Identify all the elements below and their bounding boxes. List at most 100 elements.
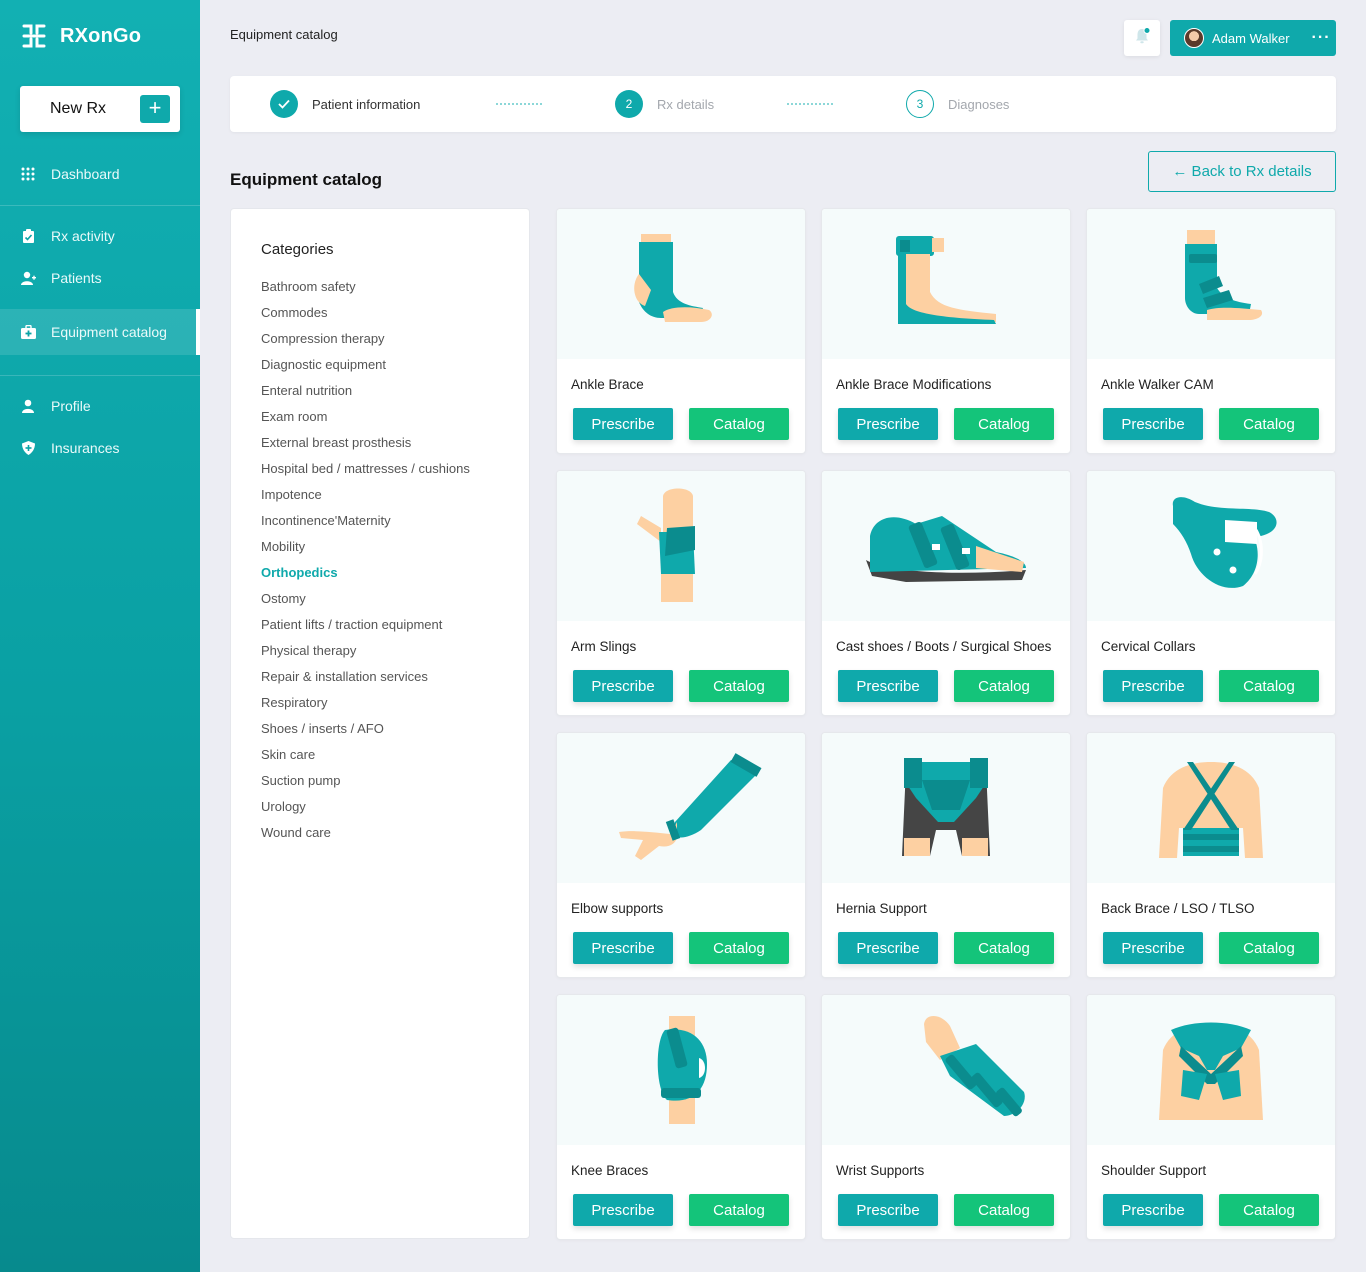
step-label: Diagnoses: [948, 96, 1010, 112]
category-item[interactable]: Bathroom safety: [261, 278, 529, 304]
category-item[interactable]: Repair & installation services: [261, 668, 529, 694]
user-menu-button[interactable]: Adam Walker ···: [1170, 20, 1336, 56]
new-rx-label: New Rx: [50, 100, 107, 117]
ankle-walker-icon: [1185, 230, 1263, 320]
ankle-brace-mod-icon: [896, 236, 996, 324]
wrist-support-icon: [924, 1015, 1025, 1118]
catalog-button[interactable]: Catalog: [689, 670, 789, 702]
product-image: [822, 209, 1070, 359]
prescribe-button[interactable]: Prescribe: [838, 1194, 938, 1226]
sidebar-item-patients[interactable]: Patients: [0, 255, 200, 301]
user-name: Adam Walker: [1212, 30, 1290, 46]
category-item[interactable]: Shoes / inserts / AFO: [261, 720, 529, 746]
sidebar-item-label: Rx activity: [51, 228, 115, 244]
knee-brace-icon: [657, 1016, 707, 1124]
category-item[interactable]: Wound care: [261, 824, 529, 850]
product-name: Ankle Brace Modifications: [836, 377, 992, 392]
catalog-button[interactable]: Catalog: [689, 408, 789, 440]
step-number: 2: [615, 90, 643, 118]
user-plus-icon: [20, 270, 36, 286]
product-card: Hernia Support Prescribe Catalog: [821, 732, 1071, 978]
catalog-button[interactable]: Catalog: [689, 932, 789, 964]
product-image: [557, 733, 805, 883]
categories-title: Categories: [261, 241, 334, 258]
sidebar-item-rx-activity[interactable]: Rx activity: [0, 213, 200, 259]
prescribe-button[interactable]: Prescribe: [1103, 408, 1203, 440]
product-card: Ankle Brace Modifications Prescribe Catalo…: [821, 208, 1071, 454]
product-image: [822, 733, 1070, 883]
category-item[interactable]: Exam room: [261, 408, 529, 434]
product-image: [822, 471, 1070, 621]
product-name: Hernia Support: [836, 901, 927, 916]
product-name: Ankle Walker CAM: [1101, 377, 1214, 392]
category-item[interactable]: Compression therapy: [261, 330, 529, 356]
sidebar-item-label: Profile: [51, 398, 91, 414]
prescribe-button[interactable]: Prescribe: [838, 670, 938, 702]
step-diagnoses[interactable]: 3 Diagnoses: [906, 90, 1009, 118]
category-item[interactable]: Mobility: [261, 538, 529, 564]
step-patient-information[interactable]: Patient information: [270, 90, 420, 118]
product-image: [1087, 733, 1335, 883]
category-item[interactable]: Orthopedics: [261, 564, 529, 590]
catalog-button[interactable]: Catalog: [689, 1194, 789, 1226]
check-icon: [270, 90, 298, 118]
category-item[interactable]: Respiratory: [261, 694, 529, 720]
notifications-button[interactable]: [1124, 20, 1160, 56]
sidebar-item-insurances[interactable]: Insurances: [0, 425, 200, 471]
prescribe-button[interactable]: Prescribe: [1103, 670, 1203, 702]
catalog-button[interactable]: Catalog: [954, 670, 1054, 702]
category-item[interactable]: Physical therapy: [261, 642, 529, 668]
sidebar: RXonGo New Rx + Dashboard Rx activity Pa…: [0, 0, 200, 1272]
product-name: Arm Slings: [571, 639, 637, 654]
prescribe-button[interactable]: Prescribe: [1103, 932, 1203, 964]
plus-icon: +: [140, 95, 170, 123]
prescribe-button[interactable]: Prescribe: [573, 1194, 673, 1226]
category-item[interactable]: Urology: [261, 798, 529, 824]
catalog-button[interactable]: Catalog: [1219, 1194, 1319, 1226]
category-item[interactable]: Enteral nutrition: [261, 382, 529, 408]
product-name: Cast shoes / Boots / Surgical Shoes: [836, 639, 1052, 654]
prescribe-button[interactable]: Prescribe: [573, 932, 673, 964]
prescribe-button[interactable]: Prescribe: [573, 408, 673, 440]
category-item[interactable]: Suction pump: [261, 772, 529, 798]
prescribe-button[interactable]: Prescribe: [573, 670, 673, 702]
user-icon: [20, 398, 36, 414]
product-name: Wrist Supports: [836, 1163, 925, 1178]
catalog-button[interactable]: Catalog: [1219, 670, 1319, 702]
sidebar-item-label: Patients: [51, 270, 102, 286]
category-item[interactable]: Hospital bed / mattresses / cushions: [261, 460, 529, 486]
grid-icon: [20, 166, 36, 182]
logo[interactable]: RXonGo: [20, 22, 141, 50]
prescribe-button[interactable]: Prescribe: [838, 932, 938, 964]
catalog-button[interactable]: Catalog: [1219, 932, 1319, 964]
sidebar-item-dashboard[interactable]: Dashboard: [0, 151, 200, 197]
category-item[interactable]: Impotence: [261, 486, 529, 512]
product-card: Knee Braces Prescribe Catalog: [556, 994, 806, 1240]
product-card: Arm Slings Prescribe Catalog: [556, 470, 806, 716]
sidebar-item-equipment-catalog[interactable]: Equipment catalog: [0, 309, 200, 355]
catalog-button[interactable]: Catalog: [954, 408, 1054, 440]
sidebar-item-profile[interactable]: Profile: [0, 383, 200, 429]
category-item[interactable]: Skin care: [261, 746, 529, 772]
catalog-button[interactable]: Catalog: [954, 932, 1054, 964]
clipboard-icon: [20, 228, 36, 244]
category-item[interactable]: Ostomy: [261, 590, 529, 616]
new-rx-button[interactable]: New Rx +: [20, 86, 180, 132]
catalog-button[interactable]: Catalog: [954, 1194, 1054, 1226]
product-name: Shoulder Support: [1101, 1163, 1207, 1178]
category-item[interactable]: Commodes: [261, 304, 529, 330]
category-item[interactable]: Incontinence'Maternity: [261, 512, 529, 538]
prescribe-button[interactable]: Prescribe: [838, 408, 938, 440]
catalog-button[interactable]: Catalog: [1219, 408, 1319, 440]
category-item[interactable]: External breast prosthesis: [261, 434, 529, 460]
step-rx-details[interactable]: 2 Rx details: [615, 90, 714, 118]
prescribe-button[interactable]: Prescribe: [1103, 1194, 1203, 1226]
category-item[interactable]: Patient lifts / traction equipment: [261, 616, 529, 642]
product-image: [557, 995, 805, 1145]
back-to-rx-details-button[interactable]: ← Back to Rx details: [1148, 151, 1336, 192]
shield-icon: [20, 440, 36, 456]
category-item[interactable]: Diagnostic equipment: [261, 356, 529, 382]
product-card: Cervical Collars Prescribe Catalog: [1086, 470, 1336, 716]
shoulder-support-icon: [1159, 1022, 1263, 1120]
step-label: Rx details: [657, 96, 715, 112]
